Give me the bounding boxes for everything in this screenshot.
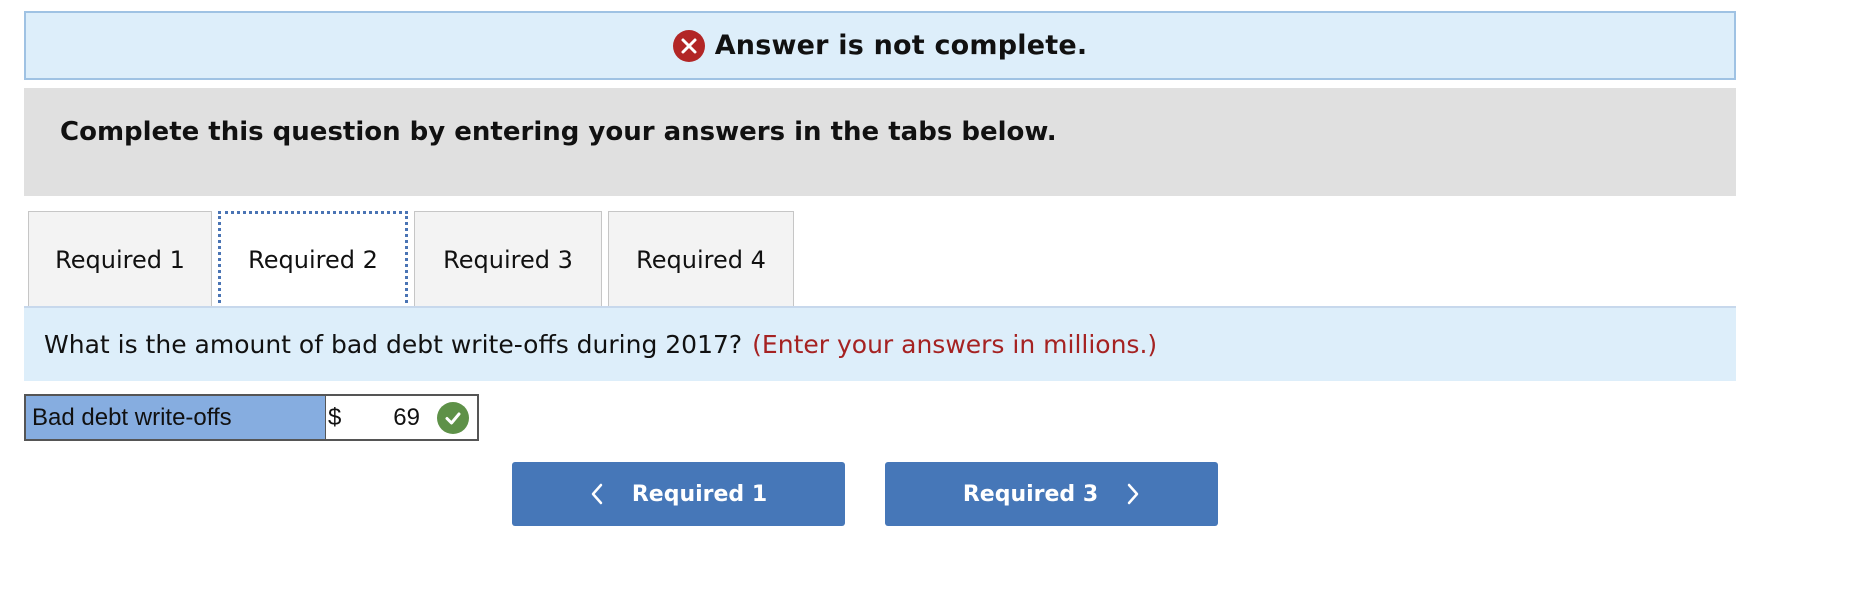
tab-required-4[interactable]: Required 4 [608,211,794,307]
next-required-button[interactable]: Required 3 [885,462,1218,526]
question-panel: What is the amount of bad debt write-off… [24,308,1736,381]
check-icon [437,402,469,434]
chevron-left-icon [591,483,603,505]
currency-symbol: $ [328,403,342,431]
prev-required-button[interactable]: Required 1 [512,462,845,526]
instructions-panel: Complete this question by entering your … [24,88,1736,196]
chevron-right-icon [1127,483,1139,505]
status-banner: Answer is not complete. [24,11,1736,80]
error-x-icon [672,29,705,62]
prev-required-label: Required 1 [631,481,768,507]
answer-input[interactable]: 69 [358,404,420,432]
next-required-label: Required 3 [962,481,1099,507]
tab-required-2[interactable]: Required 2 [218,211,408,309]
tab-bar: Required 1 Required 2 Required 3 Require… [28,211,794,309]
answer-table: Bad debt write-offs $ 69 [24,394,479,441]
tab-required-3[interactable]: Required 3 [414,211,602,307]
status-banner-text: Answer is not complete. [714,30,1088,61]
tab-required-1[interactable]: Required 1 [28,211,212,307]
answer-row-label: Bad debt write-offs [26,396,326,439]
answer-input-cell[interactable]: $ 69 [326,396,477,439]
instructions-text: Complete this question by entering your … [60,117,1057,147]
question-text: What is the amount of bad debt write-off… [44,330,743,359]
question-hint: (Enter your answers in millions.) [752,330,1158,359]
